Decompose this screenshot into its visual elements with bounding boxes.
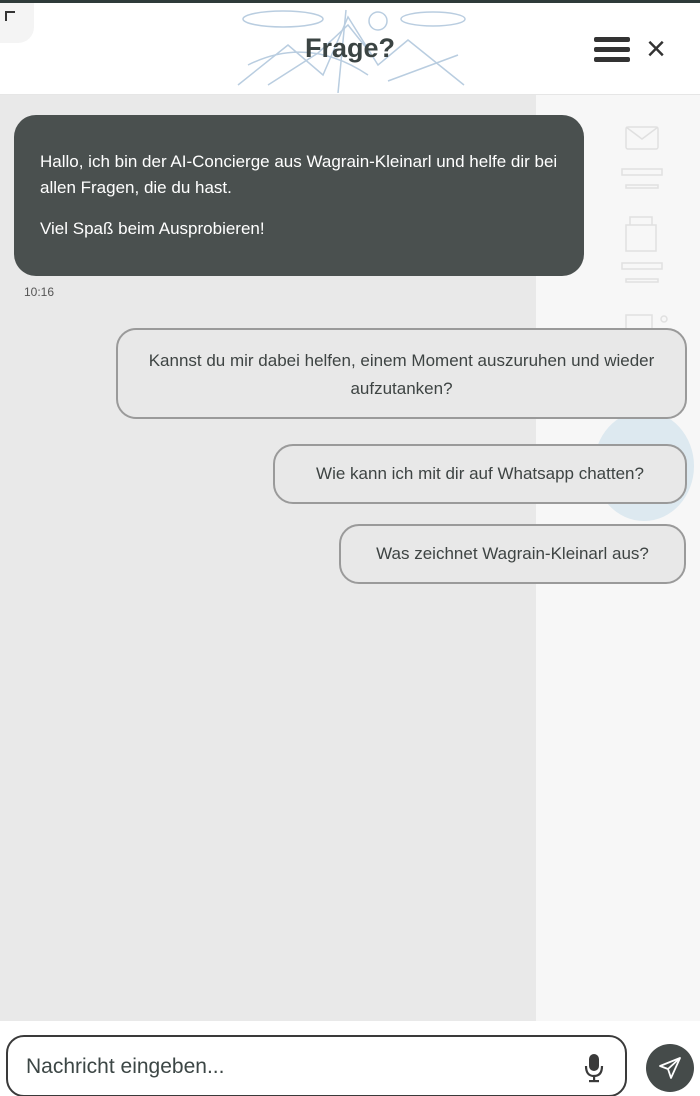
message-input-wrapper — [6, 1035, 627, 1096]
microphone-icon[interactable] — [584, 1053, 604, 1083]
send-icon — [659, 1057, 681, 1079]
chat-widget: Frage? × Hallo, ich bin der AI-Concierge… — [0, 0, 700, 1096]
close-icon[interactable]: × — [640, 31, 672, 67]
message-input[interactable] — [26, 1051, 566, 1083]
bot-message-text: Viel Spaß beim Ausprobieren! — [40, 219, 265, 238]
message-composer — [0, 1021, 700, 1096]
chat-header: Frage? × — [0, 3, 700, 95]
hamburger-menu-icon[interactable] — [594, 37, 630, 63]
bot-message-text: Hallo, ich bin der AI-Concierge aus Wagr… — [40, 152, 558, 197]
chat-area[interactable]: Hallo, ich bin der AI-Concierge aus Wagr… — [0, 95, 700, 1021]
message-timestamp: 10:16 — [24, 285, 55, 299]
suggestion-button[interactable]: Was zeichnet Wagrain-Kleinarl aus? — [339, 524, 686, 584]
suggestion-button[interactable]: Wie kann ich mit dir auf Whatsapp chatte… — [273, 444, 687, 504]
send-button[interactable] — [646, 1044, 694, 1092]
suggestion-button[interactable]: Kannst du mir dabei helfen, einem Moment… — [116, 328, 687, 419]
bot-message-bubble: Hallo, ich bin der AI-Concierge aus Wagr… — [14, 115, 584, 276]
faded-sidebar-icons — [621, 126, 668, 332]
